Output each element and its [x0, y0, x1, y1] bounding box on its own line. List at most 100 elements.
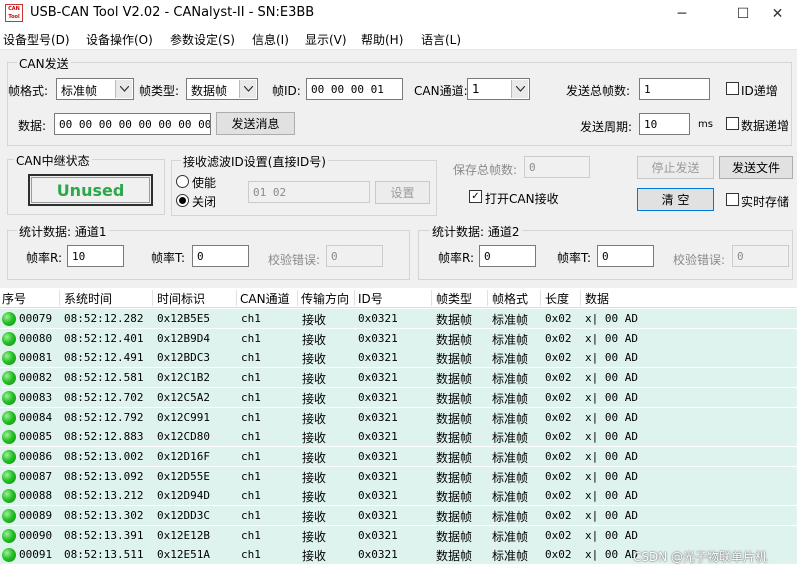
- cell-seq: 00090: [19, 528, 53, 542]
- cell-data: x| 00 AD: [585, 430, 638, 444]
- column-separator: [236, 290, 237, 306]
- data-increment-checkbox[interactable]: [726, 117, 739, 130]
- send-file-button[interactable]: 发送文件: [719, 156, 793, 179]
- id-increment-checkbox[interactable]: [726, 82, 739, 95]
- cell-id: 0x0321: [358, 509, 398, 522]
- cell-length: 0x02: [545, 351, 572, 365]
- cell-data: x| 00 AD: [585, 449, 638, 463]
- filter-enable-radio[interactable]: [176, 175, 189, 188]
- filter-set-button[interactable]: 设置: [375, 181, 430, 204]
- realtime-save-checkbox[interactable]: [726, 193, 739, 206]
- col-header-data[interactable]: 数据: [585, 290, 609, 307]
- col-header-frame-format[interactable]: 帧格式: [492, 290, 528, 307]
- table-row[interactable]: 00087 08:52:13.092 0x12D55E ch1 接收 0x0321 数据帧 标…: [0, 466, 797, 487]
- col-header-frame-type[interactable]: 帧类型: [436, 290, 472, 307]
- filter-disable-radio[interactable]: [176, 194, 189, 207]
- col-header-direction[interactable]: 传输方向: [301, 290, 349, 307]
- clear-button[interactable]: 清 空: [637, 188, 714, 211]
- filter-disable-label: 关闭: [192, 195, 217, 209]
- col-header-seq[interactable]: 序号: [2, 290, 26, 307]
- menu-parameter-settings[interactable]: 参数设定(S): [170, 31, 235, 48]
- chevron-down-icon: [239, 80, 256, 98]
- col-header-can-channel[interactable]: CAN通道: [240, 290, 290, 307]
- table-row[interactable]: 00086 08:52:13.002 0x12D16F ch1 接收 0x0321 数据帧 标…: [0, 446, 797, 467]
- menu-display[interactable]: 显示(V): [305, 31, 347, 48]
- cell-frame-format: 标准帧: [492, 450, 529, 465]
- table-row[interactable]: 00079 08:52:12.282 0x12B5E5 ch1 接收 0x0321 数据帧 标…: [0, 309, 797, 329]
- status-dot-icon: [2, 430, 16, 445]
- close-icon: ✕: [771, 6, 784, 22]
- table-row[interactable]: 00088 08:52:13.212 0x12D94D ch1 接收 0x0321 数据帧 标…: [0, 486, 797, 507]
- period-input[interactable]: 10: [639, 113, 690, 135]
- cell-seq: 00081: [19, 351, 53, 365]
- cell-system-time: 08:52:12.581: [64, 371, 144, 385]
- menu-info[interactable]: 信息(I): [252, 31, 289, 48]
- relay-status-title: CAN中继状态: [14, 152, 92, 169]
- table-row[interactable]: 00084 08:52:12.792 0x12C991 ch1 接收 0x0321 数据帧 标…: [0, 407, 797, 428]
- stats-channel2-title: 统计数据: 通道2: [430, 223, 522, 240]
- frame-type-select[interactable]: 数据帧: [186, 78, 258, 100]
- total-frames-input[interactable]: 1: [639, 78, 710, 100]
- table-row[interactable]: 00080 08:52:12.401 0x12B9D4 ch1 接收 0x0321 数据帧 标…: [0, 328, 797, 349]
- cell-timestamp: 0x12E12B: [157, 528, 210, 542]
- menu-help[interactable]: 帮助(H): [361, 31, 403, 48]
- stop-send-button[interactable]: 停止发送: [637, 156, 714, 179]
- cell-can-channel: ch1: [241, 489, 261, 503]
- table-row[interactable]: 00089 08:52:13.302 0x12DD3C ch1 接收 0x0321 数据帧 标…: [0, 506, 797, 526]
- cell-can-channel: ch1: [241, 449, 261, 463]
- save-total-input: 0: [524, 156, 590, 178]
- col-header-id[interactable]: ID号: [358, 290, 383, 307]
- menu-device-operation[interactable]: 设备操作(O): [86, 31, 153, 48]
- table-row[interactable]: 00083 08:52:12.702 0x12C5A2 ch1 接收 0x0321 数据帧 标…: [0, 387, 797, 408]
- menu-device-model[interactable]: 设备型号(D): [3, 31, 70, 48]
- status-dot-icon: [2, 489, 16, 504]
- col-header-length[interactable]: 长度: [545, 290, 569, 307]
- cell-can-channel: ch1: [241, 371, 261, 385]
- cell-can-channel: ch1: [241, 331, 261, 345]
- cell-id: 0x0321: [358, 312, 398, 325]
- filter-id-input[interactable]: 01 02: [248, 181, 370, 203]
- cell-data: x| 00 AD: [585, 469, 638, 483]
- cell-seq: 00091: [19, 548, 53, 562]
- status-dot-icon: [2, 331, 16, 346]
- cell-frame-format: 标准帧: [492, 391, 529, 406]
- cell-system-time: 08:52:12.883: [64, 430, 144, 444]
- col-header-system-time[interactable]: 系统时间: [64, 290, 112, 307]
- cell-frame-format: 标准帧: [492, 332, 529, 347]
- cell-can-channel: ch1: [241, 509, 261, 522]
- frame-format-select[interactable]: 标准帧: [56, 78, 134, 100]
- data-input[interactable]: 00 00 00 00 00 00 00 00: [54, 113, 211, 135]
- cell-system-time: 08:52:12.491: [64, 351, 144, 365]
- cell-direction: 接收: [302, 450, 327, 465]
- column-separator: [152, 290, 153, 306]
- cell-seq: 00083: [19, 390, 53, 404]
- cell-frame-type: 数据帧: [436, 391, 473, 406]
- cell-system-time: 08:52:13.511: [64, 548, 144, 562]
- close-button[interactable]: ✕: [758, 0, 797, 28]
- channel-select[interactable]: 1: [467, 78, 530, 100]
- cell-direction: 接收: [302, 529, 327, 544]
- table-row[interactable]: 00085 08:52:12.883 0x12CD80 ch1 接收 0x0321 数据帧 标…: [0, 427, 797, 448]
- table-row[interactable]: 00090 08:52:13.391 0x12E12B ch1 接收 0x0321 数据帧 标…: [0, 525, 797, 546]
- table-row[interactable]: 00081 08:52:12.491 0x12BDC3 ch1 接收 0x0321 数据帧 标…: [0, 348, 797, 369]
- open-can-receive-checkbox[interactable]: ✓: [469, 190, 482, 203]
- data-label: 数据:: [18, 119, 47, 133]
- cell-direction: 接收: [302, 510, 327, 524]
- cell-system-time: 08:52:13.302: [64, 509, 144, 522]
- cell-id: 0x0321: [358, 449, 398, 463]
- frame-id-input[interactable]: 00 00 00 01: [306, 78, 403, 100]
- cell-seq: 00085: [19, 430, 53, 444]
- cell-timestamp: 0x12D16F: [157, 449, 210, 463]
- send-message-button[interactable]: 发送消息: [216, 112, 295, 135]
- cell-data: x| 00 AD: [585, 351, 638, 365]
- col-header-timestamp[interactable]: 时间标识: [157, 290, 205, 307]
- cell-system-time: 08:52:13.002: [64, 449, 144, 463]
- column-separator: [354, 290, 355, 306]
- cell-system-time: 08:52:12.792: [64, 410, 144, 424]
- minimize-button[interactable]: ─: [659, 0, 705, 28]
- table-row[interactable]: 00082 08:52:12.581 0x12C1B2 ch1 接收 0x0321 数据帧 标…: [0, 368, 797, 389]
- app-icon: CAN Tool: [5, 4, 23, 22]
- menu-language[interactable]: 语言(L): [421, 31, 461, 48]
- cell-frame-type: 数据帧: [436, 549, 473, 564]
- cell-id: 0x0321: [358, 489, 398, 503]
